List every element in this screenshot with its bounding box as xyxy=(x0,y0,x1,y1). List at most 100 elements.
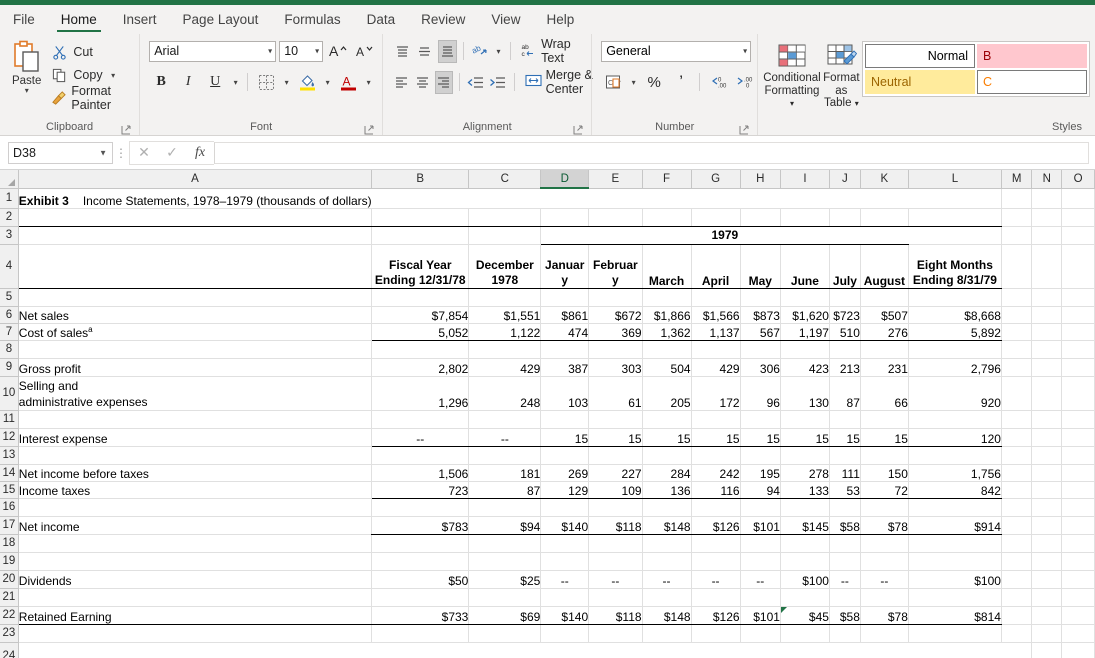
cell-J12[interactable]: 15 xyxy=(829,428,861,447)
cell-H11[interactable] xyxy=(740,410,781,429)
cell-O9[interactable] xyxy=(1061,358,1095,377)
cell-K5[interactable] xyxy=(860,288,909,307)
cell-L1[interactable] xyxy=(908,188,1002,209)
row-header-21[interactable]: 21 xyxy=(0,588,19,607)
cell-A23[interactable] xyxy=(18,624,373,643)
cell-I9[interactable]: 423 xyxy=(780,358,830,377)
row-header-17[interactable]: 17 xyxy=(0,516,19,535)
cell-A14-label[interactable]: Net income before taxes xyxy=(18,464,373,482)
font-family-chevron-down-icon[interactable]: ▾ xyxy=(268,47,272,56)
tab-page-layout[interactable]: Page Layout xyxy=(170,5,272,34)
cell-C19[interactable] xyxy=(468,552,542,571)
cell-I2[interactable] xyxy=(780,208,830,227)
cell-I10[interactable]: 130 xyxy=(780,376,830,411)
cell-H8[interactable] xyxy=(740,340,781,359)
cell-J10[interactable]: 87 xyxy=(829,376,861,411)
cell-G5[interactable] xyxy=(691,288,741,307)
column-header-H[interactable]: H xyxy=(740,170,781,189)
cell-B1[interactable] xyxy=(371,188,469,209)
increase-decimal-icon[interactable]: 0.00 xyxy=(706,71,730,94)
style-normal[interactable]: Normal xyxy=(865,44,975,68)
cell-A6-label[interactable]: Net sales xyxy=(18,306,373,324)
cell-E12[interactable]: 15 xyxy=(588,428,643,447)
tab-insert[interactable]: Insert xyxy=(110,5,170,34)
column-header-A[interactable]: A xyxy=(18,170,373,189)
cell-L9[interactable]: 2,796 xyxy=(908,358,1002,377)
paste-button[interactable]: Paste ▾ xyxy=(5,38,48,95)
cell-H17[interactable]: $101 xyxy=(740,516,781,535)
cell-E6[interactable]: $672 xyxy=(588,306,643,324)
cell-H19[interactable] xyxy=(740,552,781,571)
cell-I8[interactable] xyxy=(780,340,830,359)
cell-H12[interactable]: 15 xyxy=(740,428,781,447)
cell-G17[interactable]: $126 xyxy=(691,516,741,535)
cell-K17[interactable]: $78 xyxy=(860,516,909,535)
cell-I11[interactable] xyxy=(780,410,830,429)
cell-K23[interactable] xyxy=(860,624,909,643)
cell-E17[interactable]: $118 xyxy=(588,516,643,535)
cell-M11[interactable] xyxy=(1001,410,1033,429)
cell-E16[interactable] xyxy=(588,498,643,517)
cell-D5[interactable] xyxy=(540,288,590,307)
cell-B18[interactable] xyxy=(371,534,470,553)
cell-F13[interactable] xyxy=(642,446,692,465)
cell-I16[interactable] xyxy=(780,498,830,517)
cell-M22[interactable] xyxy=(1001,606,1033,625)
paste-chevron-down-icon[interactable]: ▾ xyxy=(25,87,29,95)
cell-F19[interactable] xyxy=(642,552,692,571)
cell-H2[interactable] xyxy=(740,208,781,227)
cell-B8[interactable] xyxy=(371,340,470,359)
cell-N21[interactable] xyxy=(1031,588,1063,607)
cell-E18[interactable] xyxy=(588,534,643,553)
column-header-D[interactable]: D xyxy=(540,170,590,189)
cell-D3-merged-year[interactable]: 1979 xyxy=(540,226,909,245)
cell-E1[interactable] xyxy=(588,188,643,209)
cell-B4-fiscal-year[interactable]: Fiscal Year Ending 12/31/78 xyxy=(371,244,470,289)
orientation-icon[interactable]: ab xyxy=(470,40,491,63)
cell-O1[interactable] xyxy=(1061,188,1095,209)
cell-N11[interactable] xyxy=(1031,410,1063,429)
cell-A8[interactable] xyxy=(18,340,373,359)
cell-N15[interactable] xyxy=(1031,481,1063,499)
font-size-select[interactable]: 10 ▾ xyxy=(279,40,324,62)
cell-F5[interactable] xyxy=(642,288,692,307)
cell-K8[interactable] xyxy=(860,340,909,359)
cell-I5[interactable] xyxy=(780,288,830,307)
cell-L16[interactable] xyxy=(908,498,1002,517)
orientation-chevron-down-icon[interactable]: ▾ xyxy=(494,47,503,56)
cell-A15-label[interactable]: Income taxes xyxy=(18,481,373,499)
cell-M2[interactable] xyxy=(1001,208,1033,227)
row-header-20[interactable]: 20 xyxy=(0,570,19,589)
align-left-icon[interactable] xyxy=(392,71,410,94)
cell-M3[interactable] xyxy=(1001,226,1033,245)
cell-F11[interactable] xyxy=(642,410,692,429)
cell-I15[interactable]: 133 xyxy=(780,481,830,499)
cell-D17[interactable]: $140 xyxy=(540,516,590,535)
cut-button[interactable]: Cut xyxy=(48,41,134,63)
cell-C12[interactable]: -- xyxy=(468,428,542,447)
cell-A4[interactable] xyxy=(18,244,373,289)
cell-N24[interactable] xyxy=(1031,642,1063,658)
cell-L14[interactable]: 1,756 xyxy=(908,464,1002,482)
row-header-8[interactable]: 8 xyxy=(0,340,19,359)
cell-N12[interactable] xyxy=(1031,428,1063,447)
cell-A1[interactable]: Exhibit 3 Income Statements, 1978–1979 (t… xyxy=(18,188,372,209)
cell-N2[interactable] xyxy=(1031,208,1063,227)
cell-O18[interactable] xyxy=(1061,534,1095,553)
cell-I4-june[interactable]: June xyxy=(780,244,830,289)
cell-C23[interactable] xyxy=(468,624,542,643)
cell-D2[interactable] xyxy=(540,208,590,227)
cell-O7[interactable] xyxy=(1061,323,1095,341)
fill-color-chevron-down-icon[interactable]: ▾ xyxy=(322,78,333,87)
cell-G8[interactable] xyxy=(691,340,741,359)
cell-K11[interactable] xyxy=(860,410,909,429)
cell-K6[interactable]: $507 xyxy=(860,306,909,324)
cell-I22[interactable]: $45 xyxy=(780,606,830,625)
cell-L6[interactable]: $8,668 xyxy=(908,306,1002,324)
cell-O2[interactable] xyxy=(1061,208,1095,227)
cell-D8[interactable] xyxy=(540,340,590,359)
cell-O23[interactable] xyxy=(1061,624,1095,643)
cell-E8[interactable] xyxy=(588,340,643,359)
cell-J11[interactable] xyxy=(829,410,861,429)
cell-A13[interactable] xyxy=(18,446,373,465)
